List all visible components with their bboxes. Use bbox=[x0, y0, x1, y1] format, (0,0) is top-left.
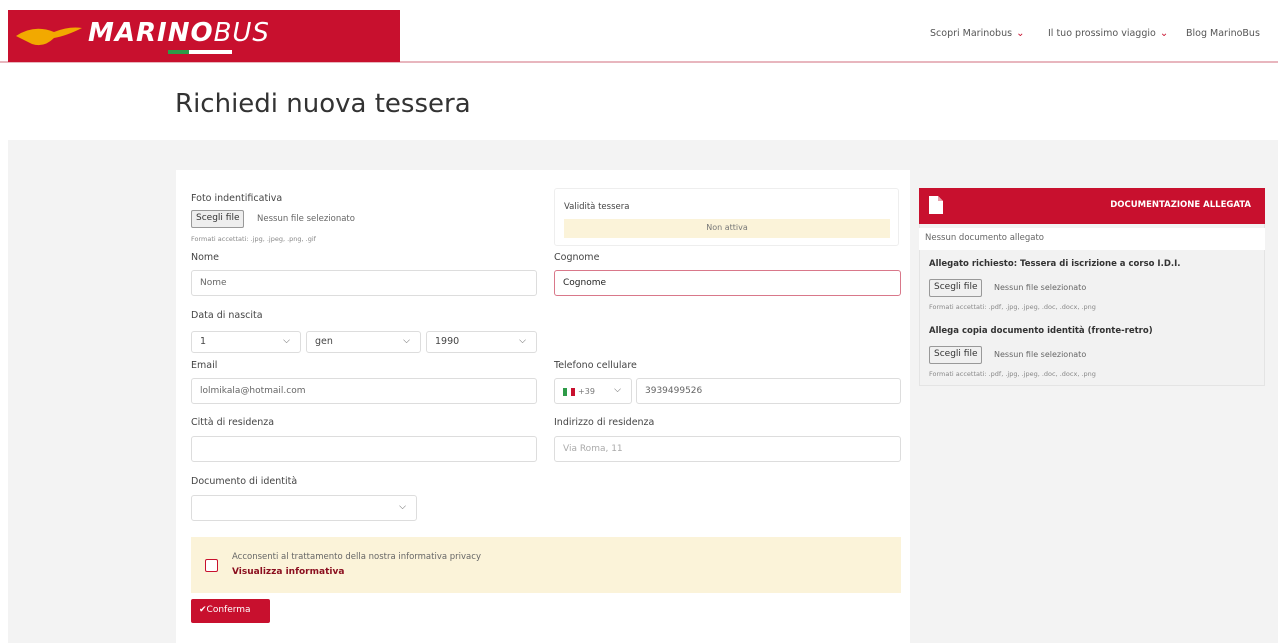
photo-choose-file-button[interactable]: Scegli file bbox=[191, 210, 245, 228]
chevron-down-icon: ⌄ bbox=[1159, 28, 1169, 39]
nav-scopri[interactable]: Scopri Marinobus ⌄ bbox=[930, 28, 1024, 39]
chevron-down-icon: ⌵ bbox=[614, 385, 621, 395]
privacy-link[interactable]: Visualizza informativa bbox=[232, 567, 344, 577]
phone-input[interactable]: 3939499526 bbox=[636, 378, 901, 404]
documents-header: DOCUMENTAZIONE ALLEGATA bbox=[919, 188, 1265, 224]
photo-file-status: Nessun file selezionato bbox=[257, 214, 355, 224]
privacy-checkbox[interactable] bbox=[205, 559, 218, 572]
identity-attachment-title: Allega copia documento identità (fronte-… bbox=[929, 326, 1153, 336]
nav-blog[interactable]: Blog MarinoBus bbox=[1186, 28, 1260, 39]
chevron-down-icon: ⌵ bbox=[283, 336, 290, 346]
last-name-input[interactable]: Cognome bbox=[554, 270, 901, 296]
birth-date-label: Data di nascita bbox=[191, 310, 263, 321]
id-document-select[interactable]: ⌵ bbox=[191, 495, 417, 521]
logo-text: MARINOBUS bbox=[88, 18, 270, 48]
phone-label: Telefono cellulare bbox=[554, 360, 637, 371]
validity-label: Validità tessera bbox=[564, 202, 630, 212]
birth-day-select[interactable]: 1 ⌵ bbox=[191, 331, 301, 353]
required-file-status: Nessun file selezionato bbox=[994, 283, 1087, 292]
email-input[interactable]: lolmikala@hotmail.com bbox=[191, 378, 537, 404]
italy-flag-icon bbox=[563, 387, 575, 396]
identity-file-status: Nessun file selezionato bbox=[994, 350, 1087, 359]
photo-format-hint: Formati accettati: .jpg, .jpeg, .png, .g… bbox=[191, 235, 316, 243]
chevron-down-icon: ⌵ bbox=[399, 502, 406, 512]
city-label: Città di residenza bbox=[191, 417, 275, 428]
first-name-label: Nome bbox=[191, 252, 220, 263]
document-icon bbox=[929, 196, 943, 214]
chevron-down-icon: ⌵ bbox=[519, 336, 526, 346]
nav-prossimo-viaggio[interactable]: Il tuo prossimo viaggio ⌄ bbox=[1048, 28, 1168, 39]
birth-year-select[interactable]: 1990 ⌵ bbox=[426, 331, 537, 353]
identity-format-hint: Formati accettati: .pdf, .jpg, .jpeg, .d… bbox=[929, 370, 1096, 378]
required-choose-file-button[interactable]: Scegli file bbox=[929, 279, 983, 297]
chevron-down-icon: ⌄ bbox=[1016, 28, 1025, 39]
logo-bird-icon bbox=[16, 27, 82, 46]
photo-label: Foto indentificativa bbox=[191, 193, 283, 204]
first-name-input[interactable]: Nome bbox=[191, 270, 537, 296]
address-label: Indirizzo di residenza bbox=[554, 417, 655, 428]
privacy-notice bbox=[191, 537, 901, 593]
logo-flag-stripe bbox=[168, 50, 232, 54]
validity-status: Non attiva bbox=[564, 219, 890, 238]
chevron-down-icon: ⌵ bbox=[403, 336, 410, 346]
id-document-label: Documento di identità bbox=[191, 476, 298, 487]
birth-month-select[interactable]: gen ⌵ bbox=[306, 331, 421, 353]
address-input[interactable]: Via Roma, 11 bbox=[554, 436, 901, 462]
required-attachment-title: Allegato richiesto: Tessera di iscrizion… bbox=[929, 259, 1181, 269]
page-title: Richiedi nuova tessera bbox=[175, 89, 471, 119]
city-input[interactable] bbox=[191, 436, 537, 462]
email-label: Email bbox=[191, 360, 218, 371]
last-name-label: Cognome bbox=[554, 252, 600, 263]
phone-prefix-select[interactable]: +39 ⌵ bbox=[554, 378, 632, 404]
privacy-text: Acconsenti al trattamento della nostra i… bbox=[232, 552, 481, 562]
confirm-button[interactable]: ✔Conferma bbox=[191, 599, 270, 623]
documents-title: DOCUMENTAZIONE ALLEGATA bbox=[1110, 200, 1251, 210]
marinobus-logo[interactable]: MARINOBUS bbox=[8, 10, 400, 62]
required-format-hint: Formati accettati: .pdf, .jpg, .jpeg, .d… bbox=[929, 303, 1096, 311]
identity-choose-file-button[interactable]: Scegli file bbox=[929, 346, 983, 364]
documents-empty-text: Nessun documento allegato bbox=[919, 228, 1265, 250]
